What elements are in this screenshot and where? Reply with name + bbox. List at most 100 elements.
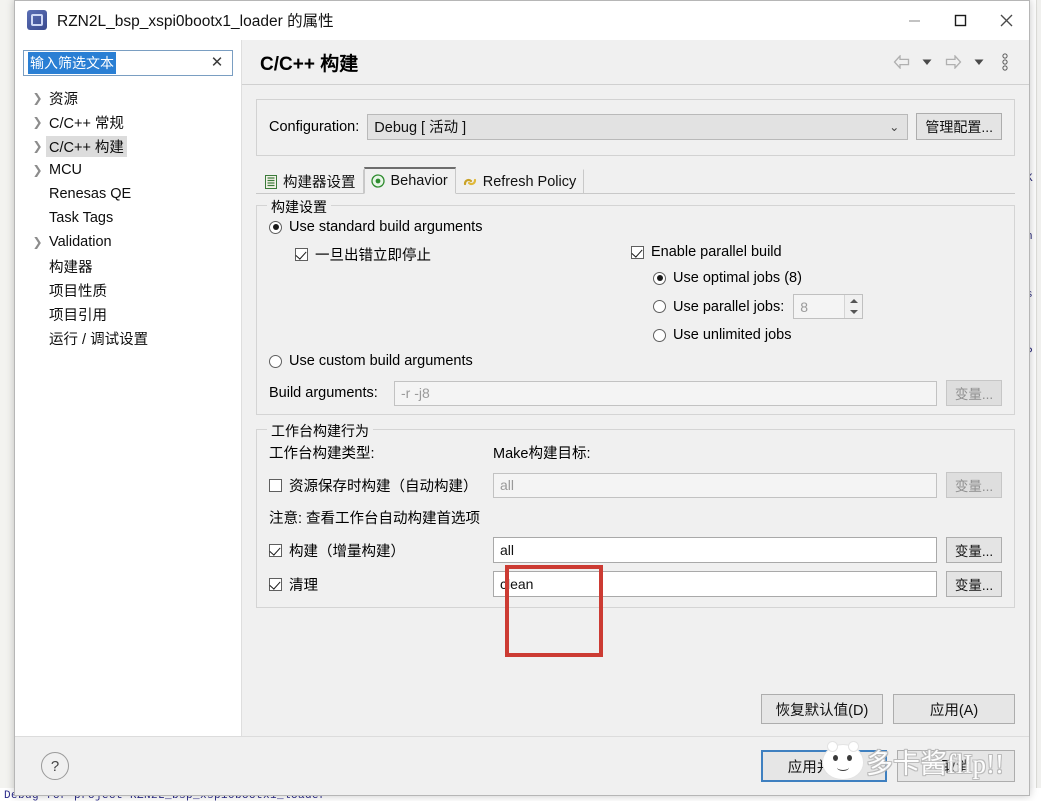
radio-indicator bbox=[653, 271, 666, 285]
use-optimal-jobs-radio[interactable]: Use optimal jobs (8) bbox=[631, 270, 1002, 286]
tree-item-3[interactable]: ❯ MCU bbox=[15, 158, 241, 182]
help-icon[interactable]: ? bbox=[41, 752, 69, 780]
auto-build-checkbox[interactable]: 资源保存时构建（自动构建） bbox=[269, 475, 493, 496]
chevron-right-icon[interactable]: ❯ bbox=[29, 115, 46, 129]
chevron-right-icon[interactable]: ❯ bbox=[29, 163, 46, 177]
chevron-right-icon[interactable]: ❯ bbox=[29, 91, 46, 105]
clean-variables-button[interactable]: 变量... bbox=[946, 571, 1002, 597]
tree-item-1[interactable]: ❯ C/C++ 常规 bbox=[15, 110, 241, 134]
editor-right-scrollbar[interactable] bbox=[1036, 0, 1041, 801]
properties-dialog: RZN2L_bsp_xspi0bootx1_loader 的属性 输入筛选文本 … bbox=[14, 0, 1030, 796]
properties-dialog-icon bbox=[27, 10, 47, 30]
incremental-build-target-input[interactable]: all bbox=[493, 537, 937, 563]
build-arguments-input[interactable]: -r -j8 bbox=[394, 380, 937, 406]
settings-tabs: 构建器设置 Behavior Refresh Policy bbox=[256, 167, 1015, 194]
use-parallel-jobs-label: Use parallel jobs: bbox=[673, 298, 785, 315]
stop-on-error-checkbox[interactable]: 一旦出错立即停止 bbox=[269, 244, 631, 265]
tree-item-label: C/C++ 构建 bbox=[46, 135, 127, 157]
incremental-build-checkbox[interactable]: 构建（增量构建） bbox=[269, 540, 493, 561]
tab-0[interactable]: 构建器设置 bbox=[256, 169, 364, 194]
use-custom-build-arguments-radio[interactable]: Use custom build arguments bbox=[269, 353, 1002, 369]
use-standard-build-arguments-radio[interactable]: Use standard build arguments bbox=[269, 219, 1002, 235]
page-header-tools bbox=[889, 49, 1017, 75]
tree-item-10[interactable]: ❯运行 / 调试设置 bbox=[15, 326, 241, 350]
tree-item-label: MCU bbox=[49, 162, 83, 178]
checkbox-indicator bbox=[631, 245, 644, 259]
parallel-jobs-stepper[interactable]: 8 bbox=[793, 294, 864, 319]
clean-checkbox[interactable]: 清理 bbox=[269, 574, 493, 595]
stepper-arrows[interactable] bbox=[844, 295, 863, 318]
build-arguments-label: Build arguments: bbox=[269, 385, 378, 401]
clean-label: 清理 bbox=[289, 577, 318, 594]
minimize-button[interactable] bbox=[891, 1, 937, 39]
apply-and-close-button[interactable]: 应用并关闭 bbox=[761, 750, 887, 782]
page-title: C/C++ 构建 bbox=[260, 53, 359, 75]
tree-item-label: 项目引用 bbox=[49, 307, 107, 324]
dialog-titlebar[interactable]: RZN2L_bsp_xspi0bootx1_loader 的属性 bbox=[15, 1, 1029, 40]
clean-target-input[interactable]: clean bbox=[493, 571, 937, 597]
chevron-down-icon: ⌄ bbox=[889, 119, 900, 134]
tree-item-0[interactable]: ❯ 资源 bbox=[15, 86, 241, 110]
configuration-select[interactable]: Debug [ 活动 ] ⌄ bbox=[367, 113, 909, 140]
page-action-row: 恢复默认值(D) 应用(A) bbox=[242, 684, 1029, 736]
tree-item-6[interactable]: ❯ Validation bbox=[15, 230, 241, 254]
apply-button[interactable]: 应用(A) bbox=[893, 694, 1015, 724]
tree-item-label: 构建器 bbox=[49, 259, 93, 276]
incremental-build-variables-button[interactable]: 变量... bbox=[946, 537, 1002, 563]
tree-item-5[interactable]: ❯Task Tags bbox=[15, 206, 241, 230]
tree-item-label: Renesas QE bbox=[49, 186, 132, 202]
workbench-behavior-group-label: 工作台构建行为 bbox=[267, 421, 373, 441]
page-header: C/C++ 构建 bbox=[242, 40, 1029, 85]
filter-input[interactable]: 输入筛选文本 ✕ bbox=[23, 50, 233, 76]
build-settings-group: 构建设置 Use standard build arguments 一旦出错立即… bbox=[256, 197, 1015, 415]
auto-build-target-input[interactable]: all bbox=[493, 472, 937, 498]
maximize-button[interactable] bbox=[937, 1, 983, 39]
checkbox-indicator bbox=[269, 543, 282, 557]
workbench-build-type-label: 工作台构建类型: bbox=[269, 446, 375, 462]
tree-item-label: 资源 bbox=[49, 91, 78, 108]
vertical-dots-icon[interactable] bbox=[993, 49, 1017, 75]
tab-label: 构建器设置 bbox=[283, 175, 356, 191]
chevron-right-icon[interactable]: ❯ bbox=[29, 139, 46, 153]
build-settings-group-label: 构建设置 bbox=[267, 197, 331, 217]
tree-item-label: C/C++ 常规 bbox=[49, 115, 124, 132]
tree-item-4[interactable]: ❯Renesas QE bbox=[15, 182, 241, 206]
settings-tree: ❯资源❯C/C++ 常规❯C/C++ 构建❯MCU❯Renesas QE❯Tas… bbox=[15, 82, 241, 736]
clear-icon[interactable]: ✕ bbox=[209, 54, 225, 72]
radio-indicator bbox=[269, 354, 282, 368]
tab-1[interactable]: Behavior bbox=[363, 167, 456, 194]
refresh-link-icon bbox=[463, 174, 478, 189]
tree-item-9[interactable]: ❯项目引用 bbox=[15, 302, 241, 326]
tree-item-2[interactable]: ❯ C/C++ 构建 bbox=[15, 134, 241, 158]
use-parallel-jobs-radio[interactable]: Use parallel jobs: 8 bbox=[631, 294, 1002, 319]
forward-arrow-icon[interactable] bbox=[941, 49, 965, 75]
auto-build-variables-button[interactable]: 变量... bbox=[946, 472, 1002, 498]
configuration-selected-value: Debug [ 活动 ] bbox=[374, 120, 467, 136]
use-unlimited-jobs-radio[interactable]: Use unlimited jobs bbox=[631, 327, 1002, 343]
back-dropdown-chevron-down-icon[interactable] bbox=[915, 49, 939, 75]
cancel-button[interactable]: 取消 bbox=[897, 750, 1015, 782]
enable-parallel-build-label: Enable parallel build bbox=[651, 244, 782, 260]
clean-target-value: clean bbox=[500, 576, 534, 592]
dialog-title: RZN2L_bsp_xspi0bootx1_loader 的属性 bbox=[57, 13, 334, 30]
close-button[interactable] bbox=[983, 1, 1029, 39]
tree-item-label: Validation bbox=[49, 234, 112, 250]
manage-configurations-button[interactable]: 管理配置... bbox=[916, 113, 1002, 140]
auto-build-label: 资源保存时构建（自动构建） bbox=[289, 478, 478, 495]
enable-parallel-build-checkbox[interactable]: Enable parallel build bbox=[631, 244, 1002, 260]
tab-2[interactable]: Refresh Policy bbox=[456, 169, 585, 194]
use-unlimited-jobs-label: Use unlimited jobs bbox=[673, 327, 792, 343]
back-arrow-icon[interactable] bbox=[889, 49, 913, 75]
restore-defaults-button[interactable]: 恢复默认值(D) bbox=[761, 694, 883, 724]
workbench-build-behavior-group: 工作台构建行为 工作台构建类型: Make构建目标: 资源保存时构建（自动构建）… bbox=[256, 421, 1015, 608]
tree-item-8[interactable]: ❯项目性质 bbox=[15, 278, 241, 302]
checkbox-indicator bbox=[295, 248, 308, 261]
incremental-build-label: 构建（增量构建） bbox=[289, 543, 405, 560]
build-arguments-variables-button[interactable]: 变量... bbox=[946, 380, 1002, 406]
tree-item-7[interactable]: ❯构建器 bbox=[15, 254, 241, 278]
forward-dropdown-chevron-down-icon[interactable] bbox=[967, 49, 991, 75]
chevron-right-icon[interactable]: ❯ bbox=[29, 235, 46, 249]
radio-indicator bbox=[653, 300, 666, 313]
radio-indicator bbox=[269, 220, 282, 234]
tab-label: Refresh Policy bbox=[482, 173, 577, 190]
